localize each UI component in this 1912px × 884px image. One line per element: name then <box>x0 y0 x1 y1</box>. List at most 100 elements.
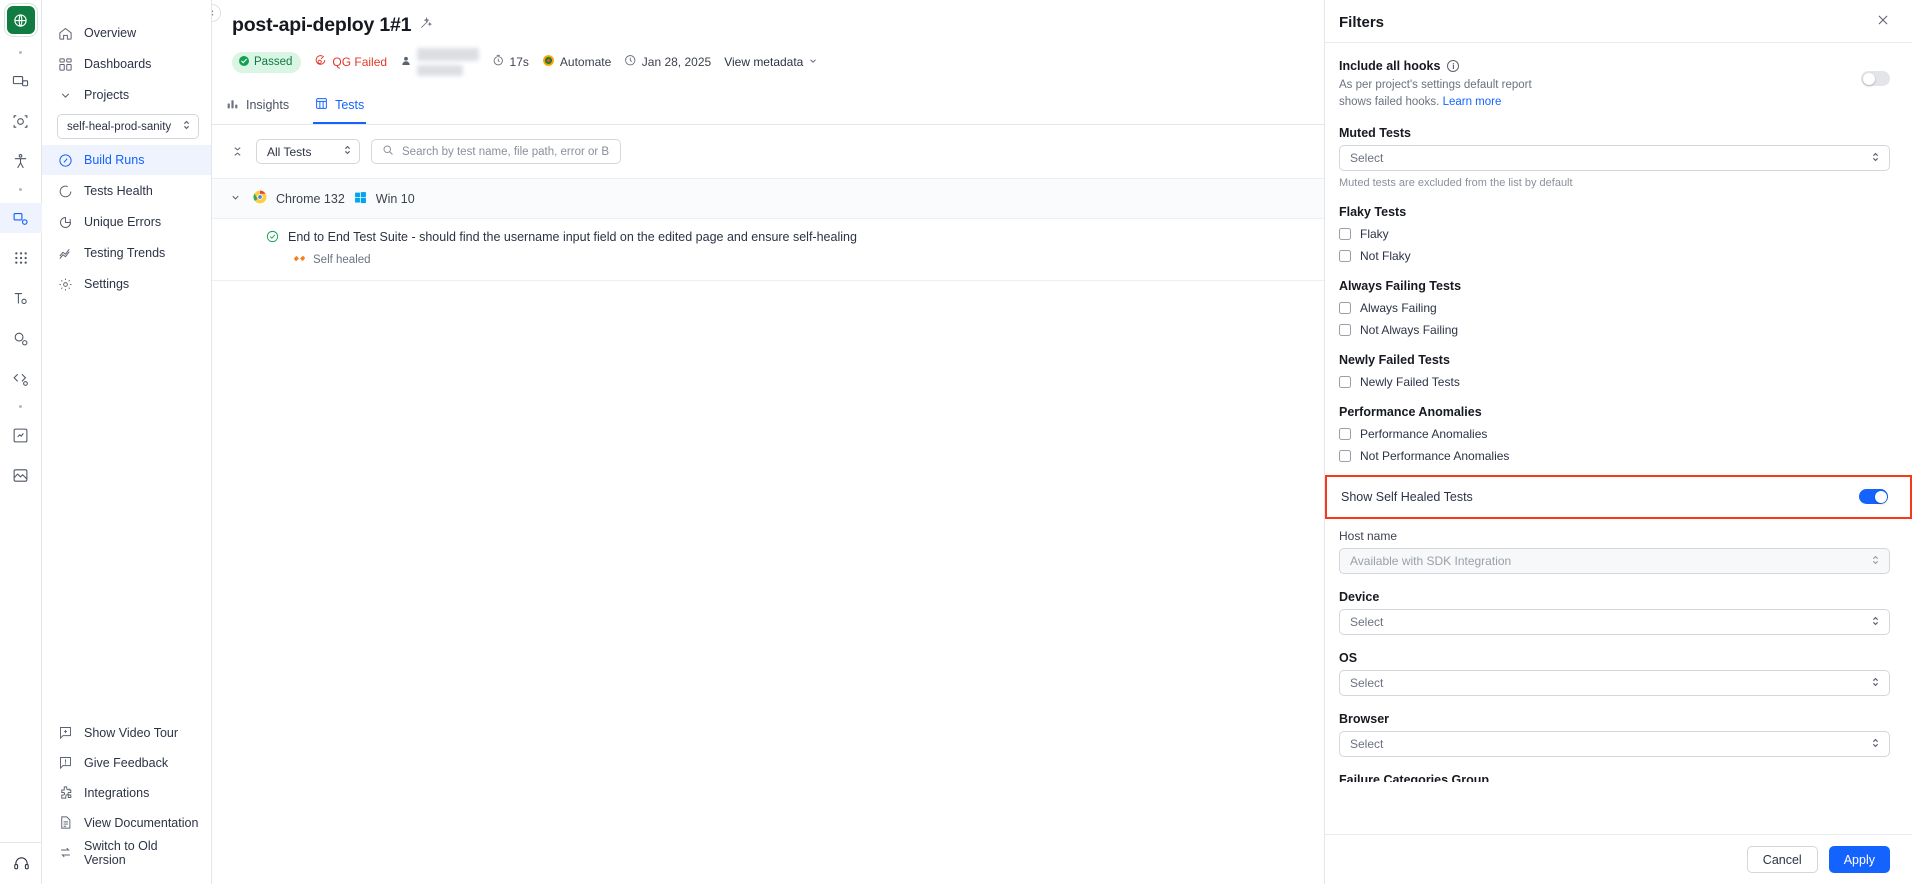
rail-item-apps[interactable] <box>0 243 42 273</box>
checkbox-row[interactable]: Performance Anomalies <box>1339 427 1890 441</box>
not-flaky-checkbox[interactable] <box>1339 250 1351 262</box>
sidebar-item-give-feedback[interactable]: Give Feedback <box>42 748 211 777</box>
sidebar-item-switch-to-old-version[interactable]: Switch to Old Version <box>42 838 211 867</box>
show-self-healed-label: Show Self Healed Tests <box>1341 490 1473 504</box>
os-select[interactable]: Select <box>1339 670 1890 696</box>
magic-wand-icon[interactable] <box>419 16 433 35</box>
checkbox-row[interactable]: Not Always Failing <box>1339 323 1890 337</box>
cancel-button[interactable]: Cancel <box>1747 846 1818 873</box>
device-value: Select <box>1350 615 1383 629</box>
rail-item-app-automate[interactable] <box>0 106 42 136</box>
sidebar: Overview Dashboards Projects self-heal-p… <box>42 0 212 884</box>
sidebar-item-label: Tests Health <box>84 184 153 198</box>
collapse-all-icon[interactable] <box>229 144 245 160</box>
learn-more-link[interactable]: Learn more <box>1443 96 1502 108</box>
rail-item-test-management[interactable] <box>0 283 42 313</box>
show-self-healed-tests-section: Show Self Healed Tests <box>1325 475 1912 519</box>
rail-item-reports[interactable] <box>0 420 42 450</box>
search-box[interactable] <box>371 139 621 164</box>
rail-item-live[interactable] <box>0 66 42 96</box>
failure-categories-label: Failure Categories Group <box>1339 773 1890 782</box>
sidebar-item-label: View Documentation <box>84 816 198 830</box>
host-name-select: Available with SDK Integration <box>1339 548 1890 574</box>
redacted-username <box>417 48 479 76</box>
always-failing-checkbox[interactable] <box>1339 302 1351 314</box>
sidebar-item-build-runs[interactable]: Build Runs <box>42 145 211 175</box>
include-all-hooks-toggle[interactable] <box>1861 71 1890 86</box>
filters-panel-footer: Cancel Apply <box>1325 834 1912 884</box>
checkbox-row[interactable]: Newly Failed Tests <box>1339 375 1890 389</box>
tests-grid-icon <box>315 97 328 113</box>
muted-tests-value: Select <box>1350 151 1383 165</box>
sidebar-item-label: Settings <box>84 277 129 291</box>
checkbox-label: Newly Failed Tests <box>1360 375 1460 389</box>
checkbox-row[interactable]: Always Failing <box>1339 301 1890 315</box>
show-self-healed-toggle[interactable] <box>1859 489 1888 504</box>
headset-icon[interactable] <box>0 842 42 884</box>
sidebar-item-label: Testing Trends <box>84 246 165 260</box>
checkbox-row[interactable]: Not Flaky <box>1339 249 1890 263</box>
rail-divider-dot-3 <box>19 405 22 408</box>
flaky-checkbox[interactable] <box>1339 228 1351 240</box>
device-section: Device Select <box>1339 590 1890 635</box>
app-root: Overview Dashboards Projects self-heal-p… <box>0 0 1912 884</box>
apply-button[interactable]: Apply <box>1829 846 1890 873</box>
rail-item-percy[interactable] <box>0 460 42 490</box>
qg-status[interactable]: QG Failed <box>314 54 387 70</box>
view-metadata-button[interactable]: View metadata <box>724 55 818 69</box>
sidebar-item-view-documentation[interactable]: View Documentation <box>42 808 211 837</box>
video-tour-icon <box>57 725 73 741</box>
tab-label: Insights <box>246 98 289 112</box>
tab-label: Tests <box>335 98 364 112</box>
tab-tests[interactable]: Tests <box>313 90 366 124</box>
project-selector-value: self-heal-prod-sanity <box>67 121 171 133</box>
sidebar-item-settings[interactable]: Settings <box>42 269 211 299</box>
not-performance-anomalies-checkbox[interactable] <box>1339 450 1351 462</box>
browser-value: Select <box>1350 737 1383 751</box>
sidebar-item-label: Dashboards <box>84 57 151 71</box>
rail-item-test-observability[interactable] <box>0 203 42 233</box>
host-name-section: Host name Available with SDK Integration <box>1339 529 1890 574</box>
test-filter-select[interactable]: All Tests <box>256 139 360 164</box>
automate-icon <box>542 54 555 70</box>
build-product: Automate <box>542 54 611 70</box>
os-value: Select <box>1350 676 1383 690</box>
chevron-updown-icon <box>182 119 191 134</box>
clock-icon <box>624 54 637 70</box>
info-icon[interactable]: i <box>1447 60 1459 72</box>
muted-tests-select[interactable]: Select <box>1339 145 1890 171</box>
failure-categories-section: Failure Categories Group <box>1339 773 1890 782</box>
sidebar-item-integrations[interactable]: Integrations <box>42 778 211 807</box>
timer-icon <box>492 54 505 70</box>
home-icon <box>57 25 73 41</box>
search-input[interactable] <box>402 146 610 158</box>
sidebar-item-tests-health[interactable]: Tests Health <box>42 176 211 206</box>
browser-section: Browser Select <box>1339 712 1890 757</box>
close-icon[interactable] <box>1876 13 1890 31</box>
sidebar-item-show-video-tour[interactable]: Show Video Tour <box>42 718 211 747</box>
sidebar-item-dashboards[interactable]: Dashboards <box>42 49 211 79</box>
user-icon <box>400 55 412 70</box>
browser-select[interactable]: Select <box>1339 731 1890 757</box>
device-select[interactable]: Select <box>1339 609 1890 635</box>
rail-item-accessibility[interactable] <box>0 146 42 176</box>
sidebar-item-overview[interactable]: Overview <box>42 18 211 48</box>
rail-item-code-quality[interactable] <box>0 363 42 393</box>
newly-failed-checkbox[interactable] <box>1339 376 1351 388</box>
tab-insights[interactable]: Insights <box>224 90 291 124</box>
globe-icon[interactable] <box>7 6 35 34</box>
performance-anomalies-checkbox[interactable] <box>1339 428 1351 440</box>
status-badge-label: Passed <box>254 56 292 68</box>
project-selector[interactable]: self-heal-prod-sanity <box>57 114 199 139</box>
checkbox-row[interactable]: Not Performance Anomalies <box>1339 449 1890 463</box>
rail-item-low-code-automation[interactable] <box>0 323 42 353</box>
sidebar-item-unique-errors[interactable]: Unique Errors <box>42 207 211 237</box>
sidebar-item-projects[interactable]: Projects <box>42 80 211 110</box>
chevron-down-icon[interactable] <box>230 192 241 206</box>
test-name: End to End Test Suite - should find the … <box>288 230 857 244</box>
sidebar-item-label: Show Video Tour <box>84 726 178 740</box>
not-always-failing-checkbox[interactable] <box>1339 324 1351 336</box>
sidebar-item-testing-trends[interactable]: Testing Trends <box>42 238 211 268</box>
checkbox-row[interactable]: Flaky <box>1339 227 1890 241</box>
group-os-label: Win 10 <box>376 192 415 206</box>
